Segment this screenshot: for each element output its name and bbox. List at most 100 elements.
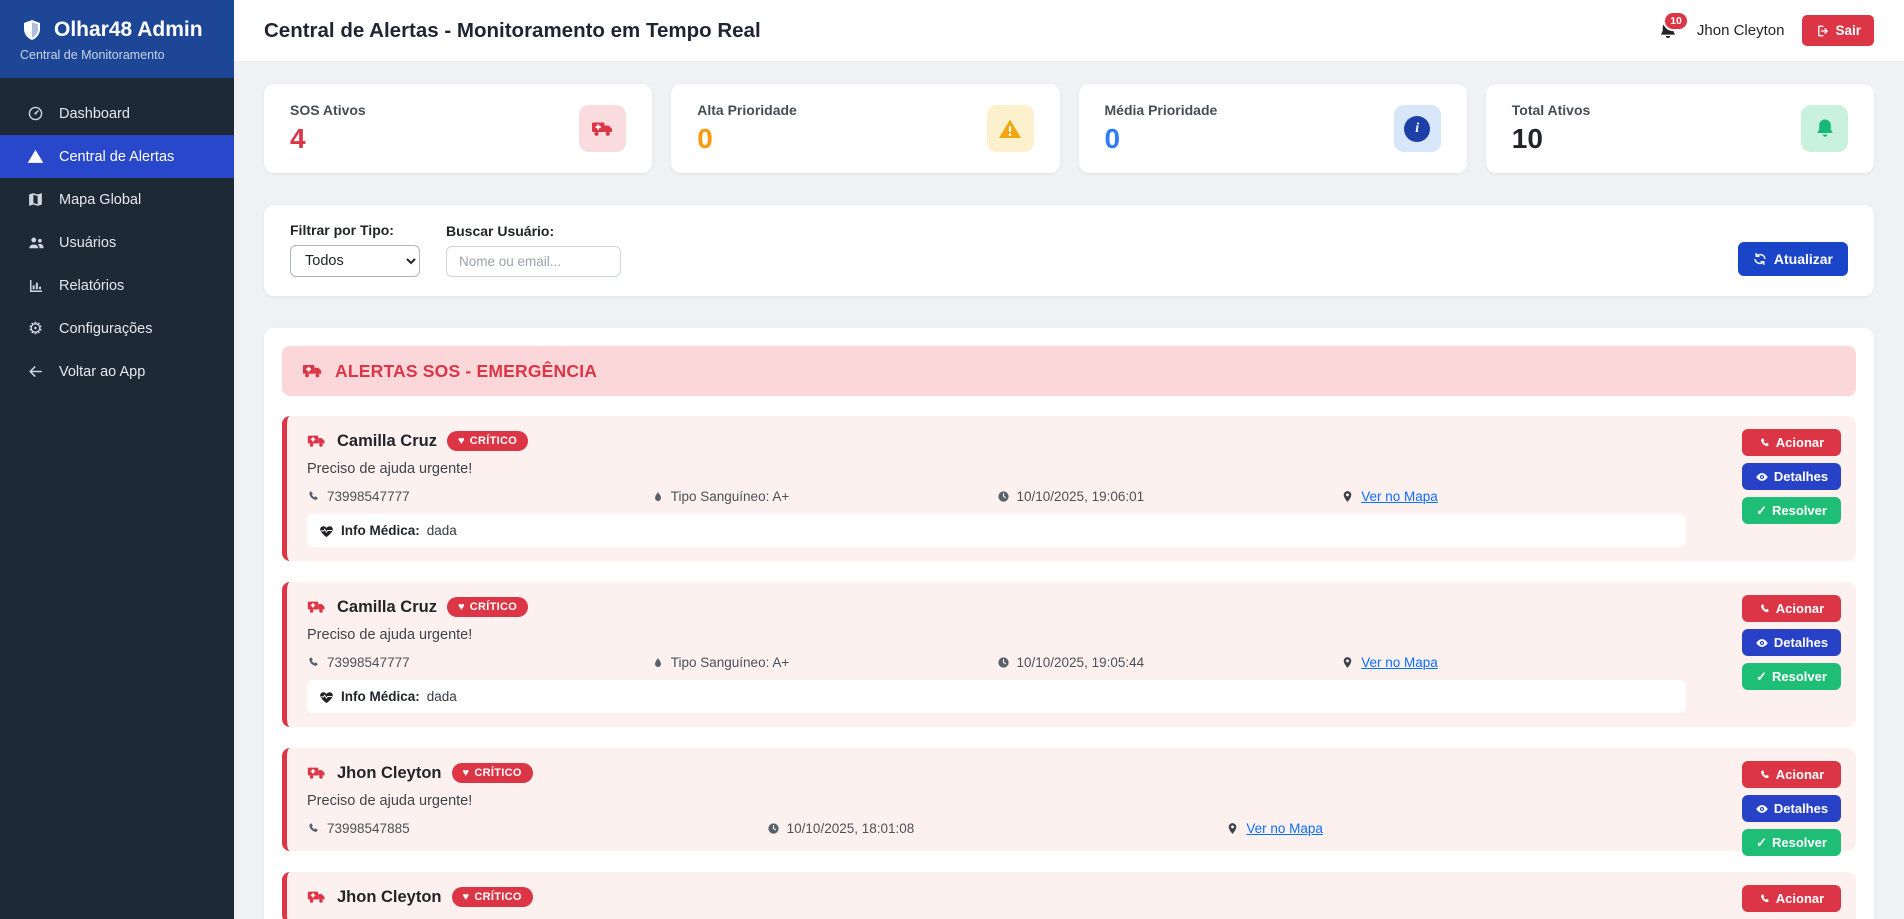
alert-blood-type: Tipo Sanguíneo: A+ [652, 655, 997, 670]
phone-icon [1759, 603, 1771, 615]
gear-icon: ⚙ [26, 320, 45, 337]
sidebar-item-mapa-global[interactable]: Mapa Global [0, 178, 234, 221]
ambulance-icon [579, 105, 626, 152]
ambulance-icon [307, 597, 327, 617]
details-button[interactable]: Detalhes [1742, 463, 1841, 490]
stat-label: Total Ativos [1512, 102, 1591, 118]
call-button[interactable]: Acionar [1742, 885, 1841, 912]
view-on-map-link[interactable]: Ver no Mapa [1361, 489, 1438, 504]
droplet-icon [652, 491, 664, 503]
notifications-bell[interactable]: 10 [1657, 20, 1679, 42]
heart-pulse-icon [319, 523, 334, 539]
sidebar-nav: Dashboard Central de Alertas Mapa Global… [0, 78, 234, 393]
resolve-button[interactable]: ✓Resolver [1742, 829, 1841, 856]
ambulance-icon [307, 887, 327, 907]
alert-map: Ver no Mapa [1341, 655, 1686, 670]
critical-badge: ♥CRÍTICO [447, 597, 528, 617]
call-button[interactable]: Acionar [1742, 595, 1841, 622]
alerts-panel: ALERTAS SOS - EMERGÊNCIA Camilla Cruz ♥C… [264, 328, 1874, 919]
pin-icon [1341, 656, 1354, 669]
alert-user-name: Camilla Cruz [337, 432, 437, 451]
call-button[interactable]: Acionar [1742, 429, 1841, 456]
resolve-button[interactable]: ✓Resolver [1742, 497, 1841, 524]
alert-triangle-icon [26, 148, 45, 165]
refresh-button[interactable]: Atualizar [1738, 242, 1848, 276]
stat-card-total-ativos: Total Ativos 10 [1486, 84, 1874, 173]
resolve-button[interactable]: ✓Resolver [1742, 663, 1841, 690]
stat-label: SOS Ativos [290, 102, 366, 118]
sidebar-item-configuracoes[interactable]: ⚙ Configurações [0, 307, 234, 350]
medical-info-bar: Info Médica:dada [307, 514, 1686, 547]
sidebar-item-label: Relatórios [59, 278, 124, 294]
alert-message: Preciso de ajuda urgente! [307, 460, 1686, 479]
alert-phone: 73998547777 [307, 489, 652, 504]
view-on-map-link[interactable]: Ver no Mapa [1246, 821, 1323, 836]
heart-icon: ♥ [463, 892, 470, 903]
brand-subtitle: Central de Monitoramento [20, 48, 214, 62]
top-header: Central de Alertas - Monitoramento em Te… [234, 0, 1904, 62]
alert-timestamp: 10/10/2025, 18:01:08 [767, 821, 1227, 836]
ambulance-icon [307, 763, 327, 783]
heart-icon: ♥ [458, 436, 465, 447]
alert-message: Preciso de ajuda urgente! [307, 792, 1686, 811]
check-icon: ✓ [1756, 670, 1767, 683]
alerts-list: Camilla Cruz ♥CRÍTICO Preciso de ajuda u… [282, 416, 1856, 919]
details-button[interactable]: Detalhes [1742, 629, 1841, 656]
shield-icon [20, 18, 44, 42]
sidebar-item-relatorios[interactable]: Relatórios [0, 265, 234, 307]
sidebar-item-usuarios[interactable]: Usuários [0, 221, 234, 265]
alerts-section-header: ALERTAS SOS - EMERGÊNCIA [282, 346, 1856, 396]
sidebar-item-dashboard[interactable]: Dashboard [0, 92, 234, 135]
droplet-icon [652, 657, 664, 669]
stat-value: 0 [697, 123, 797, 155]
gauge-icon [26, 105, 45, 122]
sidebar-item-label: Voltar ao App [59, 364, 145, 380]
filter-type-select[interactable]: Todos [290, 245, 420, 277]
stat-value: 10 [1512, 123, 1591, 155]
critical-badge: ♥CRÍTICO [447, 431, 528, 451]
stat-card-sos-ativos: SOS Ativos 4 [264, 84, 652, 173]
heart-icon: ♥ [458, 602, 465, 613]
call-button[interactable]: Acionar [1742, 761, 1841, 788]
ambulance-icon [307, 431, 327, 451]
medical-info-bar: Info Médica:dada [307, 680, 1686, 713]
details-button[interactable]: Detalhes [1742, 795, 1841, 822]
sidebar-item-label: Central de Alertas [59, 149, 174, 165]
filter-panel: Filtrar por Tipo: Todos Buscar Usuário: … [264, 205, 1874, 296]
logout-button[interactable]: Sair [1802, 15, 1874, 46]
stat-card-alta-prioridade: Alta Prioridade 0 [671, 84, 1059, 173]
check-icon: ✓ [1756, 504, 1767, 517]
alert-map: Ver no Mapa [1226, 821, 1686, 836]
stat-card-media-prioridade: Média Prioridade 0 i [1079, 84, 1467, 173]
clock-icon [997, 656, 1010, 669]
sidebar-item-central-de-alertas[interactable]: Central de Alertas [0, 135, 234, 178]
alerts-section-title: ALERTAS SOS - EMERGÊNCIA [335, 361, 597, 382]
phone-icon [1759, 437, 1771, 449]
sidebar-item-label: Usuários [59, 235, 116, 251]
alert-phone: 73998547777 [307, 655, 652, 670]
alert-timestamp: 10/10/2025, 19:06:01 [997, 489, 1342, 504]
chart-icon [26, 278, 45, 294]
alert-card: Camilla Cruz ♥CRÍTICO Preciso de ajuda u… [282, 416, 1856, 561]
search-user-input[interactable] [446, 246, 621, 277]
notification-count-badge: 10 [1663, 11, 1689, 31]
critical-badge: ♥CRÍTICO [452, 763, 533, 783]
sidebar-item-voltar-ao-app[interactable]: Voltar ao App [0, 350, 234, 393]
alert-card: Camilla Cruz ♥CRÍTICO Preciso de ajuda u… [282, 582, 1856, 727]
sidebar-item-label: Dashboard [59, 106, 130, 122]
view-on-map-link[interactable]: Ver no Mapa [1361, 655, 1438, 670]
alert-user-name: Camilla Cruz [337, 598, 437, 617]
bell-icon [1801, 105, 1848, 152]
sidebar: Olhar48 Admin Central de Monitoramento D… [0, 0, 234, 919]
logout-icon [1815, 24, 1829, 38]
search-user-label: Buscar Usuário: [446, 223, 621, 239]
map-icon [26, 191, 45, 208]
stats-row: SOS Ativos 4 Alta Prioridade 0 Média Pri… [264, 84, 1874, 173]
alert-phone: 73998547885 [307, 821, 767, 836]
sidebar-item-label: Mapa Global [59, 192, 141, 208]
username: Jhon Cleyton [1697, 22, 1785, 39]
eye-icon [1755, 802, 1769, 816]
sidebar-item-label: Configurações [59, 321, 153, 337]
refresh-icon [1753, 252, 1767, 266]
arrow-left-icon [26, 363, 45, 380]
